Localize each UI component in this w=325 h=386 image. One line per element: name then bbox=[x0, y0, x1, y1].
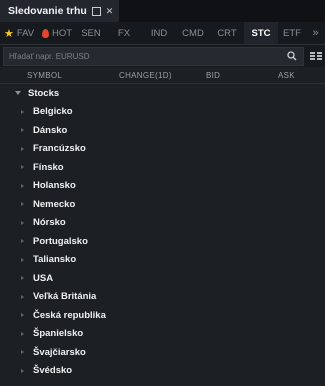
star-icon: ★ bbox=[3, 27, 14, 40]
search-input[interactable] bbox=[4, 51, 284, 61]
tree-item[interactable]: Fínsko bbox=[0, 158, 325, 177]
window-title: Sledovanie trhu bbox=[8, 5, 87, 17]
search-row bbox=[0, 45, 325, 67]
instrument-tree: Stocks Belgicko Dánsko Francúzsko Fínsko… bbox=[0, 84, 325, 380]
chevron-right-icon bbox=[21, 128, 24, 133]
tab-hot[interactable]: HOT bbox=[38, 22, 76, 44]
column-symbol[interactable]: SYMBOL bbox=[0, 71, 97, 80]
tree-item[interactable]: Nemecko bbox=[0, 195, 325, 214]
chevron-right-icon bbox=[21, 183, 24, 188]
grid-view-icon[interactable] bbox=[310, 51, 322, 61]
tree-item[interactable]: Nórsko bbox=[0, 214, 325, 233]
column-change[interactable]: CHANGE(1D) bbox=[97, 71, 195, 80]
chevron-right-icon bbox=[21, 294, 24, 299]
search-icon[interactable] bbox=[287, 50, 297, 61]
column-header: SYMBOL CHANGE(1D) BID ASK bbox=[0, 67, 325, 84]
tree-group-stocks[interactable]: Stocks bbox=[0, 84, 325, 103]
tab-etf[interactable]: ETF bbox=[278, 22, 306, 44]
column-ask[interactable]: ASK bbox=[267, 71, 325, 80]
tree-item[interactable]: Portugalsko bbox=[0, 232, 325, 251]
chevron-right-icon bbox=[21, 202, 24, 207]
tree-item[interactable]: Francúzsko bbox=[0, 140, 325, 159]
tree-item[interactable]: Dánsko bbox=[0, 121, 325, 140]
close-icon[interactable]: ✕ bbox=[106, 6, 114, 16]
chevron-down-icon bbox=[15, 91, 21, 96]
tab-cmd[interactable]: CMD bbox=[176, 22, 210, 44]
chevron-right-icon bbox=[21, 220, 24, 225]
chevron-right-icon bbox=[21, 276, 24, 281]
tab-fav[interactable]: ★ FAV bbox=[0, 22, 38, 44]
scrollbar[interactable] bbox=[321, 84, 325, 386]
window-titlebar: Sledovanie trhu ✕ bbox=[0, 0, 325, 22]
flame-icon bbox=[41, 28, 49, 38]
tree-item[interactable]: Španielsko bbox=[0, 325, 325, 344]
window-tab[interactable]: Sledovanie trhu ✕ bbox=[0, 0, 121, 22]
chevron-right-icon bbox=[21, 146, 24, 151]
chevron-right-icon bbox=[21, 313, 24, 318]
tabs-more-button[interactable]: » bbox=[306, 22, 325, 44]
chevron-right-icon bbox=[21, 350, 24, 355]
tree-item[interactable]: USA bbox=[0, 269, 325, 288]
chevron-right-icon bbox=[21, 109, 24, 114]
chevron-right-icon bbox=[21, 257, 24, 262]
tree-item[interactable]: Veľká Británia bbox=[0, 288, 325, 307]
column-bid[interactable]: BID bbox=[195, 71, 267, 80]
tree-item[interactable]: Belgicko bbox=[0, 103, 325, 122]
tab-ind[interactable]: IND bbox=[142, 22, 176, 44]
tree-item[interactable]: Česká republika bbox=[0, 306, 325, 325]
tab-fx[interactable]: FX bbox=[106, 22, 142, 44]
chevron-right-icon bbox=[21, 368, 24, 373]
tree-item[interactable]: Švajčiarsko bbox=[0, 343, 325, 362]
tab-stc[interactable]: STC bbox=[244, 22, 278, 44]
maximize-icon[interactable] bbox=[91, 6, 101, 16]
tab-crt[interactable]: CRT bbox=[210, 22, 244, 44]
tree-item[interactable]: Holansko bbox=[0, 177, 325, 196]
search-box bbox=[3, 46, 304, 66]
tree-item[interactable]: Švédsko bbox=[0, 362, 325, 381]
tree-item[interactable]: Taliansko bbox=[0, 251, 325, 270]
tab-sen[interactable]: SEN bbox=[76, 22, 106, 44]
chevron-right-icon bbox=[21, 331, 24, 336]
category-tabs: ★ FAV HOT SEN FX IND CMD CRT STC ETF » bbox=[0, 22, 325, 45]
chevron-right-icon bbox=[21, 239, 24, 244]
chevron-right-icon bbox=[21, 165, 24, 170]
